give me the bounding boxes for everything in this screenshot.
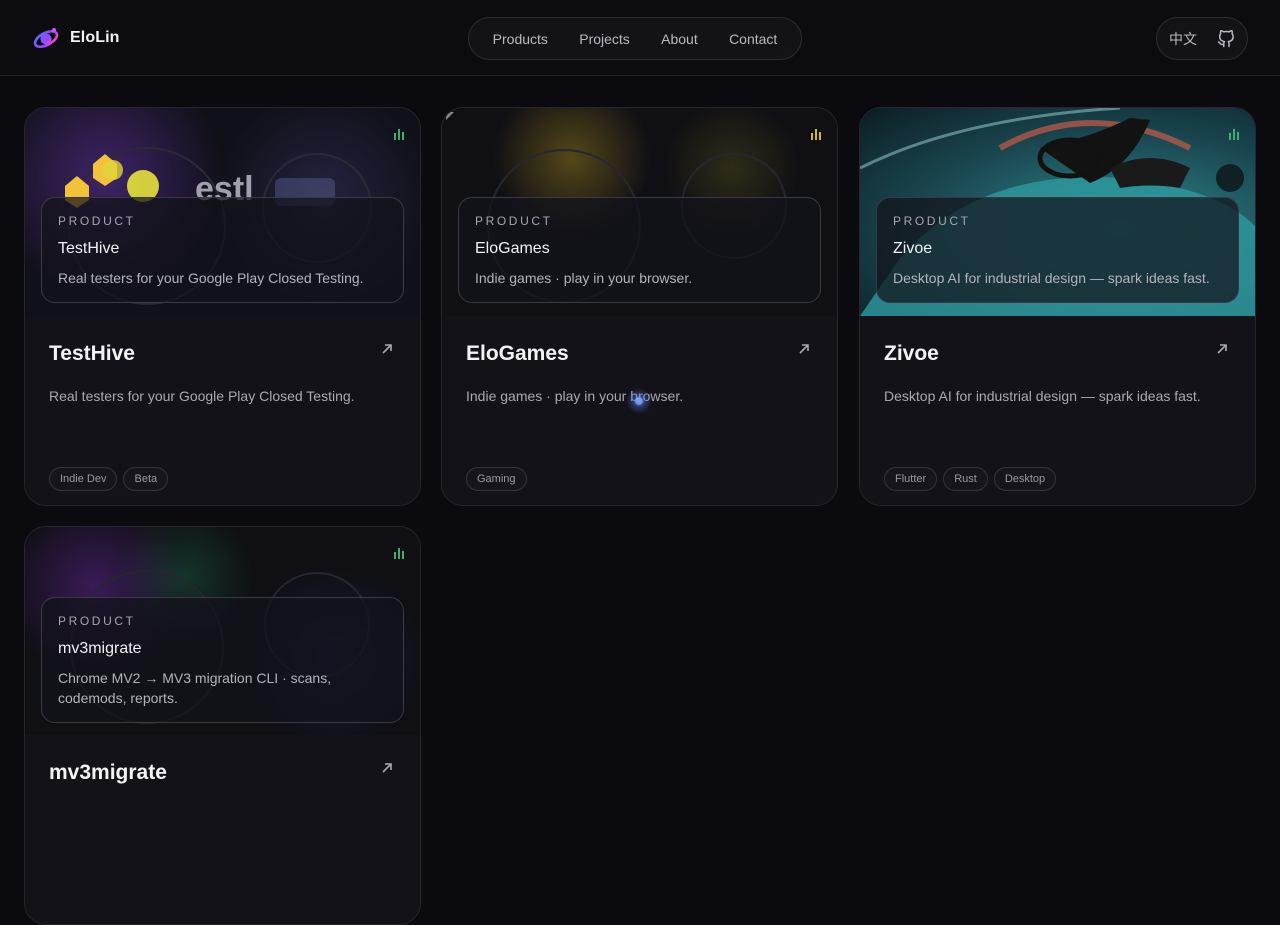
logo-icon	[32, 24, 60, 52]
activity-bars-icon	[394, 127, 406, 140]
card-overlay: PRODUCT EloGames Indie games · play in y…	[458, 197, 821, 303]
tag-list: Flutter Rust Desktop	[884, 467, 1057, 491]
tag: Flutter	[884, 467, 938, 491]
card-title: TestHive	[49, 342, 135, 365]
activity-bars-icon	[811, 127, 823, 140]
card-description: Real testers for your Google Play Closed…	[49, 388, 355, 404]
card-body: TestHive Real testers for your Google Pl…	[25, 316, 420, 505]
main-nav: Products Projects About Contact	[468, 17, 802, 60]
card-body: mv3migrate	[25, 735, 420, 924]
tag-list: Indie Dev Beta	[49, 467, 169, 491]
nav-contact[interactable]: Contact	[721, 27, 785, 51]
product-card-mv3migrate[interactable]: PRODUCT mv3migrate Chrome MV2 → MV3 migr…	[24, 526, 421, 925]
overlay-title: mv3migrate	[58, 640, 142, 657]
overlay-description: Indie games · play in your browser.	[475, 270, 693, 286]
header-tools: 中文	[1156, 17, 1248, 60]
external-link-arrow-icon[interactable]	[380, 761, 394, 775]
activity-bars-icon	[1229, 127, 1241, 140]
card-description: Desktop AI for industrial design — spark…	[884, 388, 1201, 404]
product-card-elogames[interactable]: PRODUCT EloGames Indie games · play in y…	[441, 107, 838, 506]
card-overlay: PRODUCT mv3migrate Chrome MV2 → MV3 migr…	[41, 597, 404, 723]
site-header: EloLin Products Projects About Contact 中…	[0, 0, 1280, 76]
tag: Desktop	[993, 467, 1057, 491]
tag: Rust	[943, 467, 988, 491]
eyebrow-label: PRODUCT	[58, 614, 136, 628]
external-link-arrow-icon[interactable]	[797, 342, 811, 356]
card-body: Zivoe Desktop AI for industrial design —…	[860, 316, 1255, 505]
language-toggle[interactable]: 中文	[1169, 29, 1197, 49]
card-media: PRODUCT mv3migrate Chrome MV2 → MV3 migr…	[25, 527, 420, 735]
eyebrow-label: PRODUCT	[475, 214, 553, 228]
tag: Indie Dev	[49, 467, 118, 491]
github-icon[interactable]	[1217, 29, 1235, 48]
card-media: estl PRODUCT TestHive Real testers for y…	[25, 108, 420, 316]
tag: Gaming	[466, 467, 527, 491]
overlay-title: Zivoe	[893, 240, 933, 257]
overlay-title: EloGames	[475, 240, 550, 257]
nav-projects[interactable]: Projects	[571, 27, 638, 51]
product-card-zivoe[interactable]: PRODUCT Zivoe Desktop AI for industrial …	[859, 107, 1256, 506]
card-media: PRODUCT Zivoe Desktop AI for industrial …	[860, 108, 1255, 316]
overlay-description: Chrome MV2 → MV3 migration CLI · scans, …	[58, 670, 332, 706]
brand[interactable]: EloLin	[32, 24, 119, 52]
tag: Beta	[123, 467, 169, 491]
card-overlay: PRODUCT Zivoe Desktop AI for industrial …	[876, 197, 1239, 303]
card-title: Zivoe	[884, 342, 939, 365]
external-link-arrow-icon[interactable]	[380, 342, 394, 356]
overlay-title: TestHive	[58, 240, 120, 257]
overlay-description: Real testers for your Google Play Closed…	[58, 270, 364, 286]
product-card-testhive[interactable]: estl PRODUCT TestHive Real testers for y…	[24, 107, 421, 506]
card-title: EloGames	[466, 342, 569, 365]
card-overlay: PRODUCT TestHive Real testers for your G…	[41, 197, 404, 303]
brand-name: EloLin	[70, 29, 120, 46]
cursor-glow	[626, 388, 652, 414]
tag-list: Gaming	[466, 467, 527, 491]
eyebrow-label: PRODUCT	[58, 214, 136, 228]
eyebrow-label: PRODUCT	[893, 214, 971, 228]
activity-bars-icon	[394, 546, 406, 559]
nav-about[interactable]: About	[653, 27, 706, 51]
card-title: mv3migrate	[49, 761, 167, 784]
external-link-arrow-icon[interactable]	[1215, 342, 1229, 356]
overlay-description: Desktop AI for industrial design — spark…	[893, 270, 1210, 286]
card-media: PRODUCT EloGames Indie games · play in y…	[442, 108, 837, 316]
nav-products[interactable]: Products	[485, 27, 556, 51]
